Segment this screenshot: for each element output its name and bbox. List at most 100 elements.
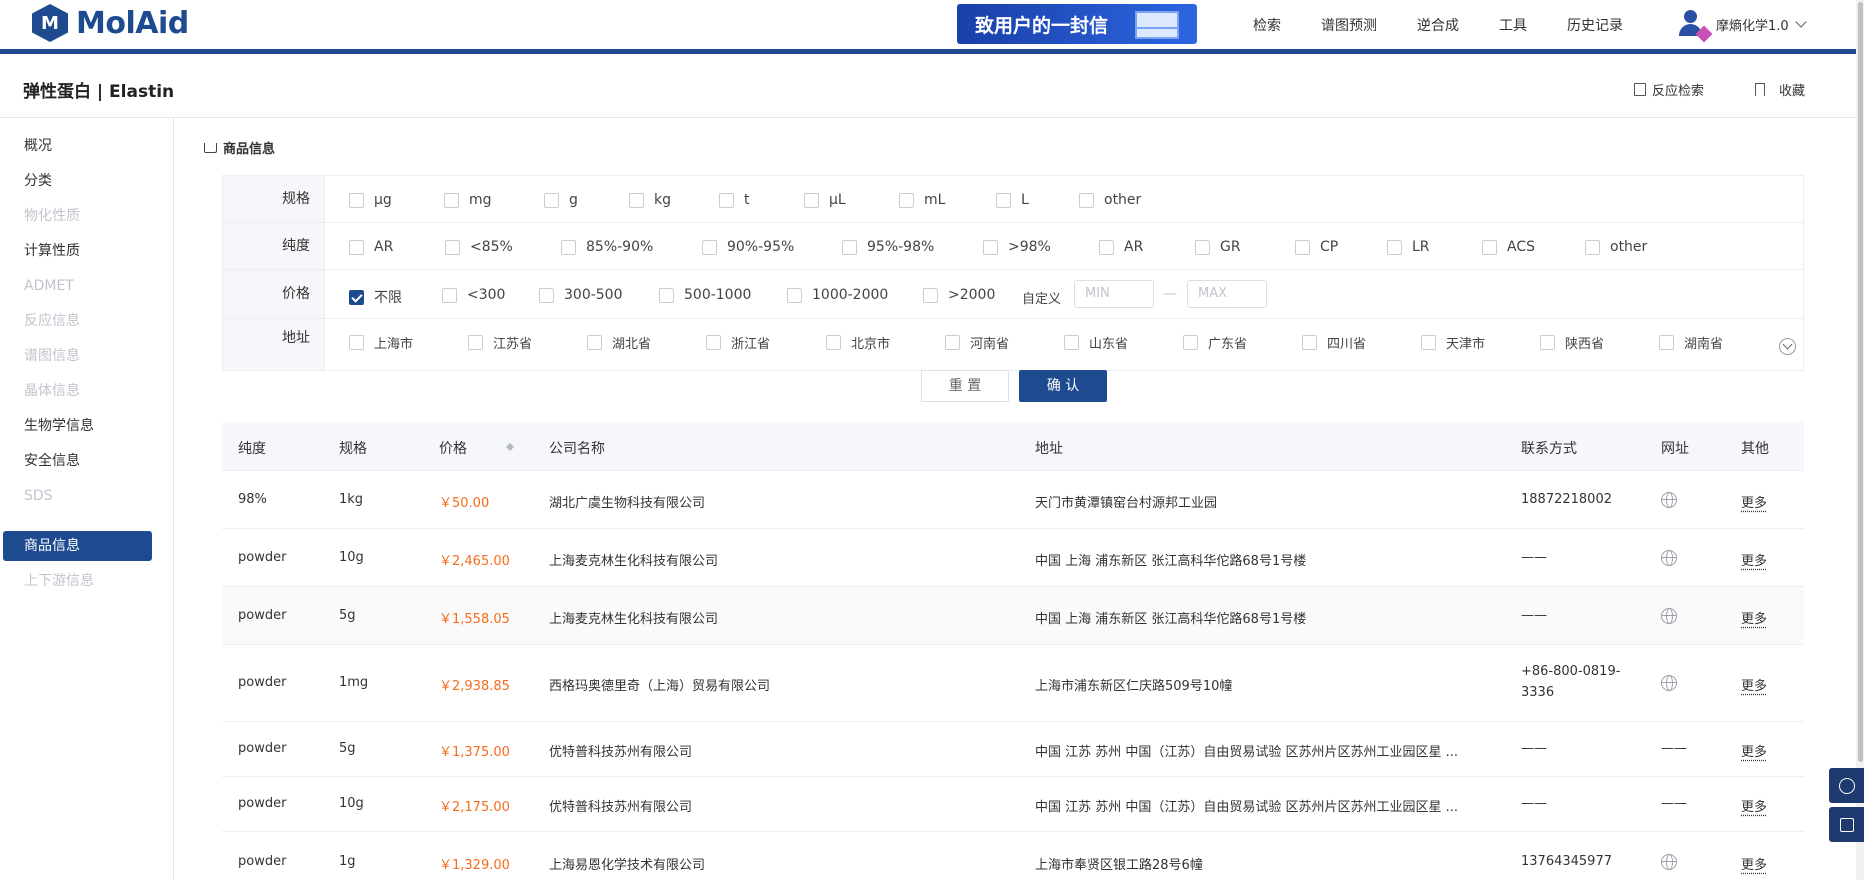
col-price[interactable]: 价格 [439, 438, 467, 458]
more-link[interactable]: 更多 [1741, 741, 1767, 760]
globe-icon[interactable] [1661, 492, 1677, 508]
price-option[interactable]: 500-1000 [659, 287, 751, 303]
checkbox-checked[interactable] [349, 289, 364, 305]
checkbox[interactable] [445, 239, 460, 255]
purity-option[interactable]: 95%-98% [842, 239, 934, 255]
more-link[interactable]: 更多 [1741, 854, 1767, 873]
checkbox[interactable] [442, 287, 457, 303]
globe-icon[interactable] [1661, 550, 1677, 566]
checkbox[interactable] [1585, 239, 1600, 255]
price-option[interactable]: 1000-2000 [787, 287, 888, 303]
sidebar-item-products[interactable]: 商品信息 [3, 531, 152, 561]
price-option[interactable]: <300 [442, 287, 505, 303]
checkbox[interactable] [544, 192, 559, 208]
nav-history[interactable]: 历史记录 [1567, 15, 1623, 35]
checkbox[interactable] [842, 239, 857, 255]
address-option[interactable]: 湖北省 [587, 333, 651, 352]
purity-option[interactable]: <85% [445, 239, 513, 255]
purity-option[interactable]: ACS [1482, 239, 1535, 255]
purity-option[interactable]: GR [1195, 239, 1241, 255]
price-max-input[interactable]: MAX [1187, 280, 1267, 308]
checkbox[interactable] [1295, 239, 1310, 255]
sidebar-item-classification[interactable]: 分类 [3, 166, 152, 196]
nav-retrosynthesis[interactable]: 逆合成 [1417, 15, 1459, 35]
checkbox[interactable] [1183, 335, 1198, 350]
purity-option[interactable]: other [1585, 239, 1647, 255]
purity-option[interactable]: 85%-90% [561, 239, 653, 255]
purity-option[interactable]: 90%-95% [702, 239, 794, 255]
sidebar-item-overview[interactable]: 概况 [3, 131, 152, 161]
address-option[interactable]: 广东省 [1183, 333, 1247, 352]
scrollbar-thumb[interactable] [1858, 2, 1863, 762]
checkbox[interactable] [659, 287, 674, 303]
spec-option[interactable]: other [1079, 192, 1141, 208]
checkbox[interactable] [706, 335, 721, 350]
sidebar-item-biology[interactable]: 生物学信息 [3, 411, 152, 441]
user-menu[interactable]: 摩熵化学1.0 [1676, 8, 1807, 43]
globe-icon[interactable] [1661, 854, 1677, 870]
address-option[interactable]: 上海市 [349, 333, 413, 352]
globe-icon[interactable] [1661, 608, 1677, 624]
purity-option[interactable]: >98% [983, 239, 1051, 255]
price-option-unlimited[interactable]: 不限 [349, 287, 402, 307]
checkbox[interactable] [945, 335, 960, 350]
price-option[interactable]: >2000 [923, 287, 995, 303]
more-link[interactable]: 更多 [1741, 492, 1767, 511]
spec-option[interactable]: mg [444, 192, 492, 208]
reaction-search-button[interactable]: 反应检索 [1634, 80, 1704, 99]
checkbox[interactable] [561, 239, 576, 255]
globe-icon[interactable] [1661, 675, 1677, 691]
nav-spectrum-predict[interactable]: 谱图预测 [1321, 15, 1377, 35]
reset-button[interactable]: 重 置 [921, 370, 1009, 402]
checkbox[interactable] [923, 287, 938, 303]
checkbox[interactable] [1482, 239, 1497, 255]
checkbox[interactable] [1302, 335, 1317, 350]
sidebar-item-safety[interactable]: 安全信息 [3, 446, 152, 476]
more-link[interactable]: 更多 [1741, 675, 1767, 694]
address-option[interactable]: 四川省 [1302, 333, 1366, 352]
checkbox[interactable] [1195, 239, 1210, 255]
spec-option[interactable]: t [719, 192, 750, 208]
sidebar-item-computed[interactable]: 计算性质 [3, 236, 152, 266]
address-option[interactable]: 河南省 [945, 333, 1009, 352]
checkbox[interactable] [804, 192, 819, 208]
checkbox[interactable] [1079, 192, 1094, 208]
molaid-logo[interactable]: M MolAid [32, 4, 189, 42]
spec-option[interactable]: kg [629, 192, 671, 208]
nav-tools[interactable]: 工具 [1499, 15, 1527, 35]
address-option[interactable]: 江苏省 [468, 333, 532, 352]
address-option[interactable]: 山东省 [1064, 333, 1128, 352]
address-option[interactable]: 陕西省 [1540, 333, 1604, 352]
price-option[interactable]: 300-500 [539, 287, 623, 303]
spec-option[interactable]: mL [899, 192, 945, 208]
feedback-button[interactable] [1829, 807, 1864, 842]
sort-icon[interactable] [506, 439, 514, 453]
expand-address-icon[interactable] [1779, 338, 1796, 355]
checkbox[interactable] [1421, 335, 1436, 350]
chat-button[interactable] [1829, 768, 1864, 803]
address-option[interactable]: 天津市 [1421, 333, 1485, 352]
more-link[interactable]: 更多 [1741, 796, 1767, 815]
purity-option[interactable]: AR [1099, 239, 1143, 255]
checkbox[interactable] [349, 239, 364, 255]
address-option[interactable]: 湖南省 [1659, 333, 1723, 352]
letter-banner[interactable]: 致用户的一封信 [957, 4, 1197, 44]
nav-search[interactable]: 检索 [1253, 15, 1281, 35]
checkbox[interactable] [826, 335, 841, 350]
address-option[interactable]: 浙江省 [706, 333, 770, 352]
checkbox[interactable] [468, 335, 483, 350]
checkbox[interactable] [1099, 239, 1114, 255]
checkbox[interactable] [1659, 335, 1674, 350]
confirm-button[interactable]: 确 认 [1019, 370, 1107, 402]
more-link[interactable]: 更多 [1741, 608, 1767, 627]
checkbox[interactable] [702, 239, 717, 255]
checkbox[interactable] [983, 239, 998, 255]
more-link[interactable]: 更多 [1741, 550, 1767, 569]
checkbox[interactable] [787, 287, 802, 303]
checkbox[interactable] [629, 192, 644, 208]
spec-option[interactable]: μg [349, 192, 392, 208]
favorite-button[interactable]: 收藏 [1755, 80, 1805, 99]
checkbox[interactable] [719, 192, 734, 208]
checkbox[interactable] [539, 287, 554, 303]
address-option[interactable]: 北京市 [826, 333, 890, 352]
